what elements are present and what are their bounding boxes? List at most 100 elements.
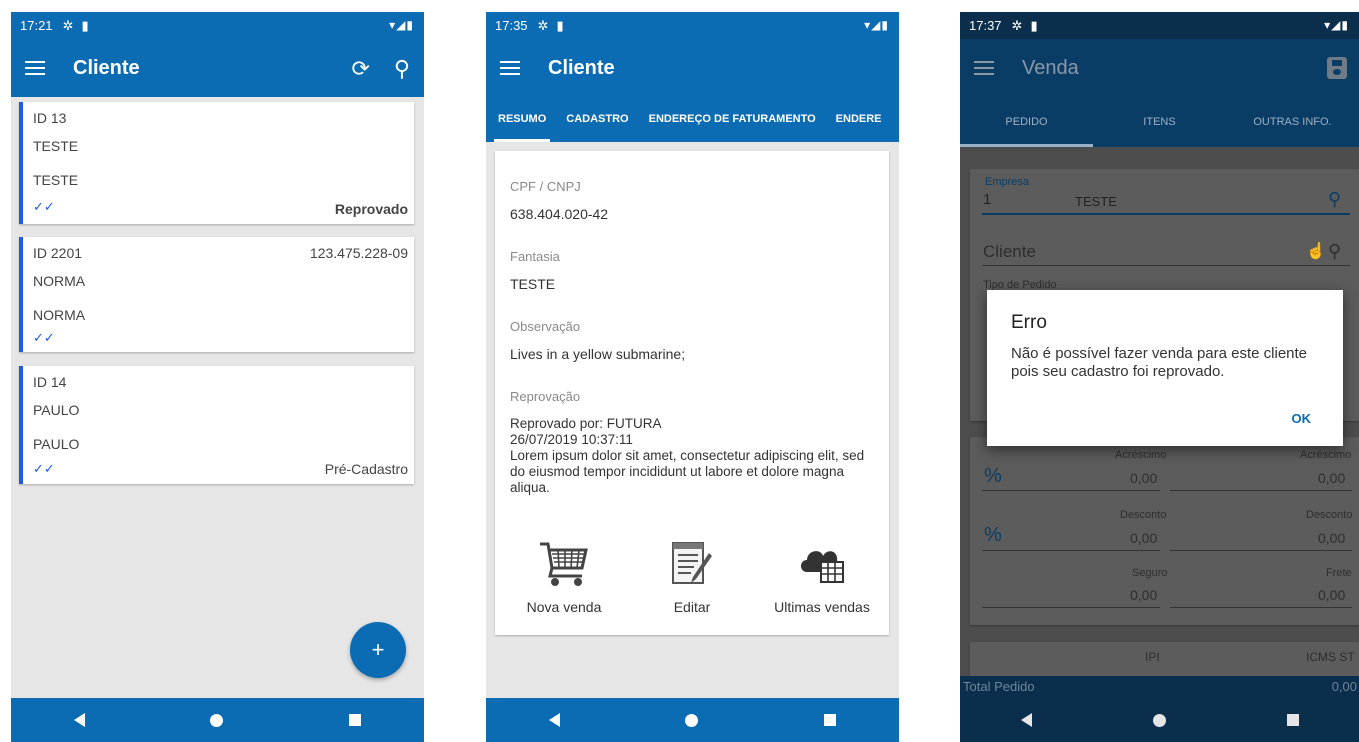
touch-icon[interactable]: ☝: [1306, 241, 1326, 261]
last-sales-label: Ultimas vendas: [774, 599, 870, 615]
back-icon[interactable]: [548, 713, 560, 727]
reprovado-por: Reprovado por: FUTURA: [510, 416, 662, 431]
cliente-field[interactable]: Cliente: [983, 242, 1036, 262]
client-list-screen: 17:21 ✲ ▮ ▾◢▮ Cliente ⟳ ⚲ ID 13 TESTE TE…: [11, 12, 424, 742]
android-nav-bar: [11, 698, 424, 742]
tab-pedido[interactable]: PEDIDO: [960, 97, 1093, 147]
dialog-title: Erro: [1011, 312, 1047, 333]
desconto-label: Desconto: [1120, 509, 1167, 521]
client-card[interactable]: ID 2201 123.475.228-09 NORMA NORMA ✓✓: [19, 237, 414, 352]
settings-status-icon: ✲: [62, 17, 74, 33]
android-nav-bar: [960, 698, 1359, 742]
new-sale-action[interactable]: Nova venda: [499, 536, 629, 615]
cliente-search-icon[interactable]: ⚲: [1328, 241, 1341, 262]
tab-outras-info[interactable]: OUTRAS INFO.: [1226, 97, 1359, 147]
back-icon[interactable]: [1020, 713, 1032, 727]
desconto-value[interactable]: 0,00: [1318, 530, 1345, 546]
add-client-button[interactable]: +: [350, 622, 406, 678]
signal-battery-icon: ▾◢▮: [1324, 18, 1349, 32]
empresa-label: Empresa: [985, 176, 1030, 188]
seguro-value[interactable]: 0,00: [1130, 587, 1157, 603]
reprovacao-label: Reprovação: [510, 389, 581, 404]
ipi-label: IPI: [1145, 650, 1160, 664]
empresa-search-icon[interactable]: ⚲: [1328, 189, 1341, 210]
app-bar: Cliente: [486, 39, 899, 97]
synced-check-icon: ✓✓: [33, 461, 55, 476]
cpf-value: 638.404.020-42: [510, 206, 609, 222]
android-nav-bar: [486, 698, 899, 742]
acrescimo-label: Acréscimo: [1300, 449, 1352, 461]
sale-screen: 17:37 ✲ ▮ ▾◢▮ Venda PEDIDO ITENS OUTRAS …: [960, 12, 1359, 742]
menu-icon[interactable]: [500, 61, 520, 75]
desconto-label: Desconto: [1306, 509, 1353, 521]
synced-check-icon: ✓✓: [33, 199, 55, 214]
sd-card-icon: ▮: [1030, 17, 1038, 33]
last-sales-action[interactable]: Ultimas vendas: [757, 536, 887, 615]
edit-label: Editar: [673, 599, 711, 615]
frete-label: Frete: [1326, 567, 1352, 579]
observacao-label: Observação: [510, 319, 581, 334]
reprovacao-details: Reprovado por: FUTURA 26/07/2019 10:37:1…: [510, 416, 880, 496]
acrescimo-value[interactable]: 0,00: [1318, 470, 1345, 486]
total-value: 0,00: [1331, 679, 1357, 694]
home-icon[interactable]: [1152, 713, 1166, 727]
sd-card-icon: ▮: [81, 17, 89, 33]
recent-apps-icon[interactable]: [824, 714, 837, 726]
edit-action[interactable]: Editar: [627, 536, 757, 615]
home-icon[interactable]: [685, 713, 699, 727]
tab-itens[interactable]: ITENS: [1093, 97, 1226, 147]
home-icon[interactable]: [210, 713, 224, 727]
tab-bar: PEDIDO ITENS OUTRAS INFO.: [960, 97, 1359, 147]
ok-button[interactable]: OK: [1292, 411, 1312, 426]
tab-resumo[interactable]: RESUMO: [493, 97, 551, 142]
page-title: Venda: [1022, 56, 1079, 79]
signal-battery-icon: ▾◢▮: [864, 18, 889, 32]
empresa-code[interactable]: 1: [983, 191, 991, 208]
menu-icon[interactable]: [974, 61, 994, 75]
total-bar: Total Pedido 0,00: [960, 676, 1359, 698]
menu-icon[interactable]: [25, 61, 45, 75]
cpf-label: CPF / CNPJ: [510, 179, 581, 194]
client-card[interactable]: ID 13 TESTE TESTE ✓✓ Reprovado: [19, 102, 414, 224]
page-title: Cliente: [73, 56, 140, 79]
client-status: Reprovado: [334, 201, 408, 217]
new-sale-label: Nova venda: [526, 599, 602, 615]
observacao-value: Lives in a yellow submarine;: [510, 346, 686, 362]
percent-toggle[interactable]: %: [984, 524, 1002, 547]
search-icon[interactable]: ⚲: [394, 56, 410, 82]
dialog-message: Não é possível fazer venda para este cli…: [1011, 345, 1308, 380]
client-fantasy-name: TESTE: [33, 172, 79, 188]
error-dialog: Erro Não é possível fazer venda para est…: [987, 290, 1343, 446]
totals-card: Acréscimo Acréscimo % 0,00 0,00 Desconto…: [970, 437, 1359, 625]
back-icon[interactable]: [73, 713, 85, 727]
client-name: NORMA: [33, 273, 86, 289]
sync-icon[interactable]: ⟳: [351, 56, 369, 82]
sd-card-icon: ▮: [556, 17, 564, 33]
client-fantasy-name: PAULO: [33, 436, 80, 452]
status-bar: 17:21 ✲ ▮ ▾◢▮: [11, 12, 424, 39]
recent-apps-icon[interactable]: [349, 714, 362, 726]
client-detail-screen: 17:35 ✲ ▮ ▾◢▮ Cliente RESUMO CADASTRO EN…: [486, 12, 899, 742]
total-label: Total Pedido: [963, 679, 1035, 694]
acrescimo-percent-value[interactable]: 0,00: [1130, 470, 1157, 486]
recent-apps-icon[interactable]: [1286, 714, 1299, 726]
client-id: ID 13: [33, 110, 67, 126]
status-time: 17:35: [495, 18, 528, 33]
save-icon[interactable]: [1327, 57, 1347, 79]
acrescimo-label: Acréscimo: [1115, 449, 1167, 461]
client-document: 123.475.228-09: [309, 245, 408, 261]
seguro-label: Seguro: [1132, 567, 1168, 579]
frete-value[interactable]: 0,00: [1318, 587, 1345, 603]
tab-endereco-faturamento[interactable]: ENDEREÇO DE FATURAMENTO: [649, 97, 816, 142]
client-fantasy-name: NORMA: [33, 307, 86, 323]
percent-toggle[interactable]: %: [984, 465, 1002, 488]
app-bar: Cliente ⟳ ⚲: [11, 39, 424, 97]
fantasia-label: Fantasia: [510, 249, 560, 264]
settings-status-icon: ✲: [537, 17, 549, 33]
tab-cadastro[interactable]: CADASTRO: [566, 97, 628, 142]
tab-endereco[interactable]: ENDERE: [836, 97, 882, 142]
client-card[interactable]: ID 14 PAULO PAULO ✓✓ Pré-Cadastro: [19, 366, 414, 484]
desconto-percent-value[interactable]: 0,00: [1130, 530, 1157, 546]
edit-document-icon: [627, 536, 757, 591]
cloud-spreadsheet-icon: [757, 536, 887, 591]
